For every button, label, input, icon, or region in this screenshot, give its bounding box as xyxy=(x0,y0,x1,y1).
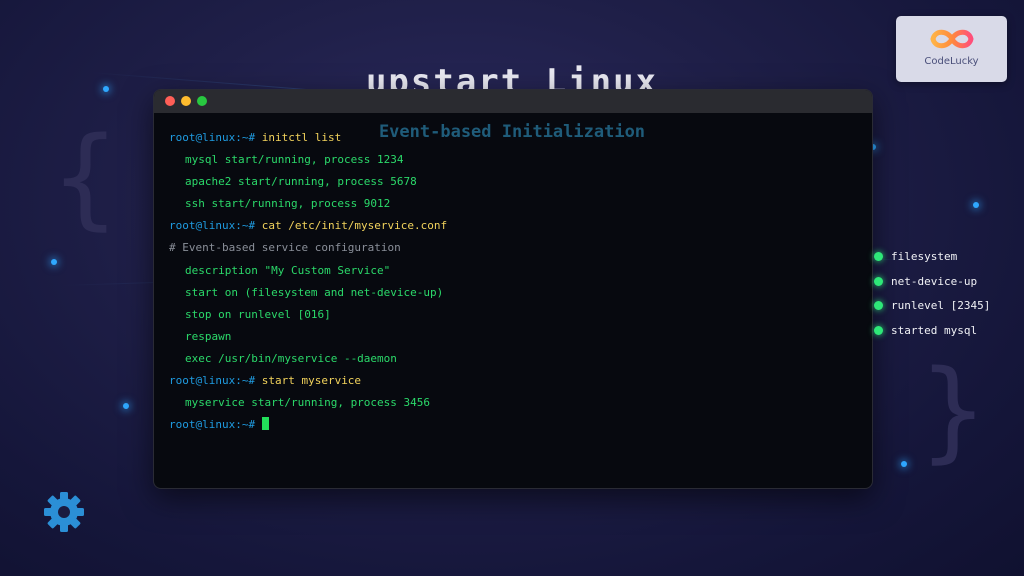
minimize-window-button[interactable] xyxy=(181,96,191,106)
terminal-line: myservice start/running, process 3456 xyxy=(169,392,872,414)
output-text: description "My Custom Service" xyxy=(185,263,391,277)
comment-text: # Event-based service configuration xyxy=(169,241,401,255)
glow-dot xyxy=(103,86,109,92)
terminal-window[interactable]: root@linux:~# initctl list mysql start/r… xyxy=(153,89,873,489)
command-text: initctl list xyxy=(261,131,342,144)
glow-dot xyxy=(123,403,129,409)
output-text: exec /usr/bin/myservice --daemon xyxy=(185,351,397,365)
codelucky-logo[interactable]: CodeLucky xyxy=(896,16,1007,82)
shell-prompt: root@linux:~# xyxy=(169,418,256,432)
logo-text: CodeLucky xyxy=(924,56,979,67)
event-label: runlevel [2345] xyxy=(891,299,991,313)
command-text: cat /etc/init/myservice.conf xyxy=(261,219,448,233)
status-dot-icon xyxy=(874,276,883,286)
shell-prompt: root@linux:~# xyxy=(169,219,256,233)
close-window-button[interactable] xyxy=(165,96,175,106)
terminal-line: mysql start/running, process 1234 xyxy=(169,149,872,171)
shell-prompt: root@linux:~# xyxy=(169,131,256,144)
event-list: filesystem net-device-up runlevel [2345]… xyxy=(874,244,990,343)
terminal-line: apache2 start/running, process 5678 xyxy=(169,171,872,193)
event-item: filesystem xyxy=(874,244,990,269)
event-label: started mysql xyxy=(891,324,978,338)
terminal-input-line[interactable]: root@linux:~# xyxy=(169,414,872,436)
output-text: apache2 start/running, process 5678 xyxy=(185,175,417,189)
glow-dot xyxy=(901,461,907,467)
terminal-titlebar[interactable] xyxy=(154,90,872,113)
brace-right-decoration: } xyxy=(920,346,987,474)
terminal-line: stop on runlevel [016] xyxy=(169,304,872,326)
terminal-line: start on (filesystem and net-device-up) xyxy=(169,282,872,304)
glow-dot xyxy=(973,202,979,208)
event-label: net-device-up xyxy=(891,274,978,288)
terminal-body[interactable]: root@linux:~# initctl list mysql start/r… xyxy=(154,113,872,436)
terminal-line: description "My Custom Service" xyxy=(169,260,872,282)
status-dot-icon xyxy=(874,301,883,311)
event-item: net-device-up xyxy=(874,269,990,294)
maximize-window-button[interactable] xyxy=(197,96,207,106)
terminal-line: root@linux:~# cat /etc/init/myservice.co… xyxy=(169,215,872,237)
output-text: start on (filesystem and net-device-up) xyxy=(185,285,444,299)
status-dot-icon xyxy=(874,251,883,261)
terminal-line: root@linux:~# start myservice xyxy=(169,370,872,392)
status-dot-icon xyxy=(874,326,883,336)
event-label: filesystem xyxy=(891,249,958,263)
terminal-line: # Event-based service configuration xyxy=(169,237,872,259)
terminal-line: exec /usr/bin/myservice --daemon xyxy=(169,348,872,370)
output-text: mysql start/running, process 1234 xyxy=(185,153,404,167)
glow-dot xyxy=(51,259,57,265)
brace-left-decoration: { xyxy=(52,113,119,241)
output-text: stop on runlevel [016] xyxy=(185,307,331,321)
infinity-logo-icon xyxy=(930,29,974,49)
output-text: respawn xyxy=(185,329,232,343)
terminal-line: root@linux:~# initctl list xyxy=(169,127,872,149)
output-text: ssh start/running, process 9012 xyxy=(185,197,391,211)
terminal-line: ssh start/running, process 9012 xyxy=(169,193,872,215)
command-text: start myservice xyxy=(261,374,362,388)
shell-prompt: root@linux:~# xyxy=(169,374,256,388)
event-item: started mysql xyxy=(874,318,990,343)
text-cursor xyxy=(261,417,269,431)
gear-icon[interactable] xyxy=(43,491,85,533)
event-item: runlevel [2345] xyxy=(874,294,990,319)
output-text: myservice start/running, process 3456 xyxy=(185,396,431,410)
terminal-line: respawn xyxy=(169,326,872,348)
